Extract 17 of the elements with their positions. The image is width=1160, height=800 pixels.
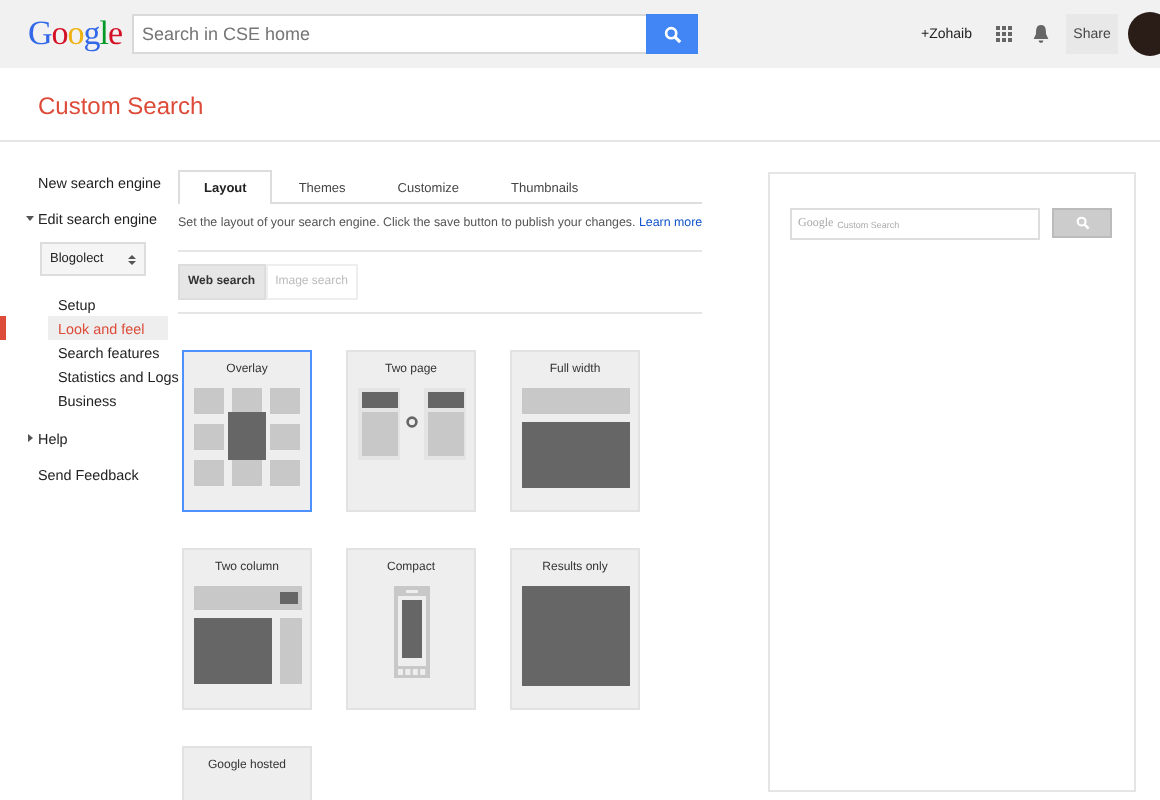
- google-logo[interactable]: Google: [28, 14, 132, 54]
- avatar[interactable]: [1128, 12, 1160, 56]
- overlay-layout-drawing: [193, 388, 301, 488]
- full-width-layout-drawing: [521, 388, 629, 488]
- phone-layout-drawing: [393, 586, 429, 678]
- selection-marker: [0, 316, 6, 340]
- two-page-layout-drawing: [357, 388, 465, 464]
- up-down-arrows-icon: [128, 253, 136, 265]
- bell-icon[interactable]: [1032, 24, 1050, 44]
- results-only-layout-drawing: [521, 586, 629, 686]
- search-field[interactable]: Search in CSE home: [132, 14, 646, 54]
- search-icon: [1075, 216, 1089, 230]
- two-column-layout-drawing: [193, 586, 301, 686]
- page-title: Custom Search: [36, 90, 206, 124]
- search-button[interactable]: [646, 14, 698, 54]
- apps-grid-icon[interactable]: [996, 26, 1012, 42]
- search-icon: [663, 25, 681, 43]
